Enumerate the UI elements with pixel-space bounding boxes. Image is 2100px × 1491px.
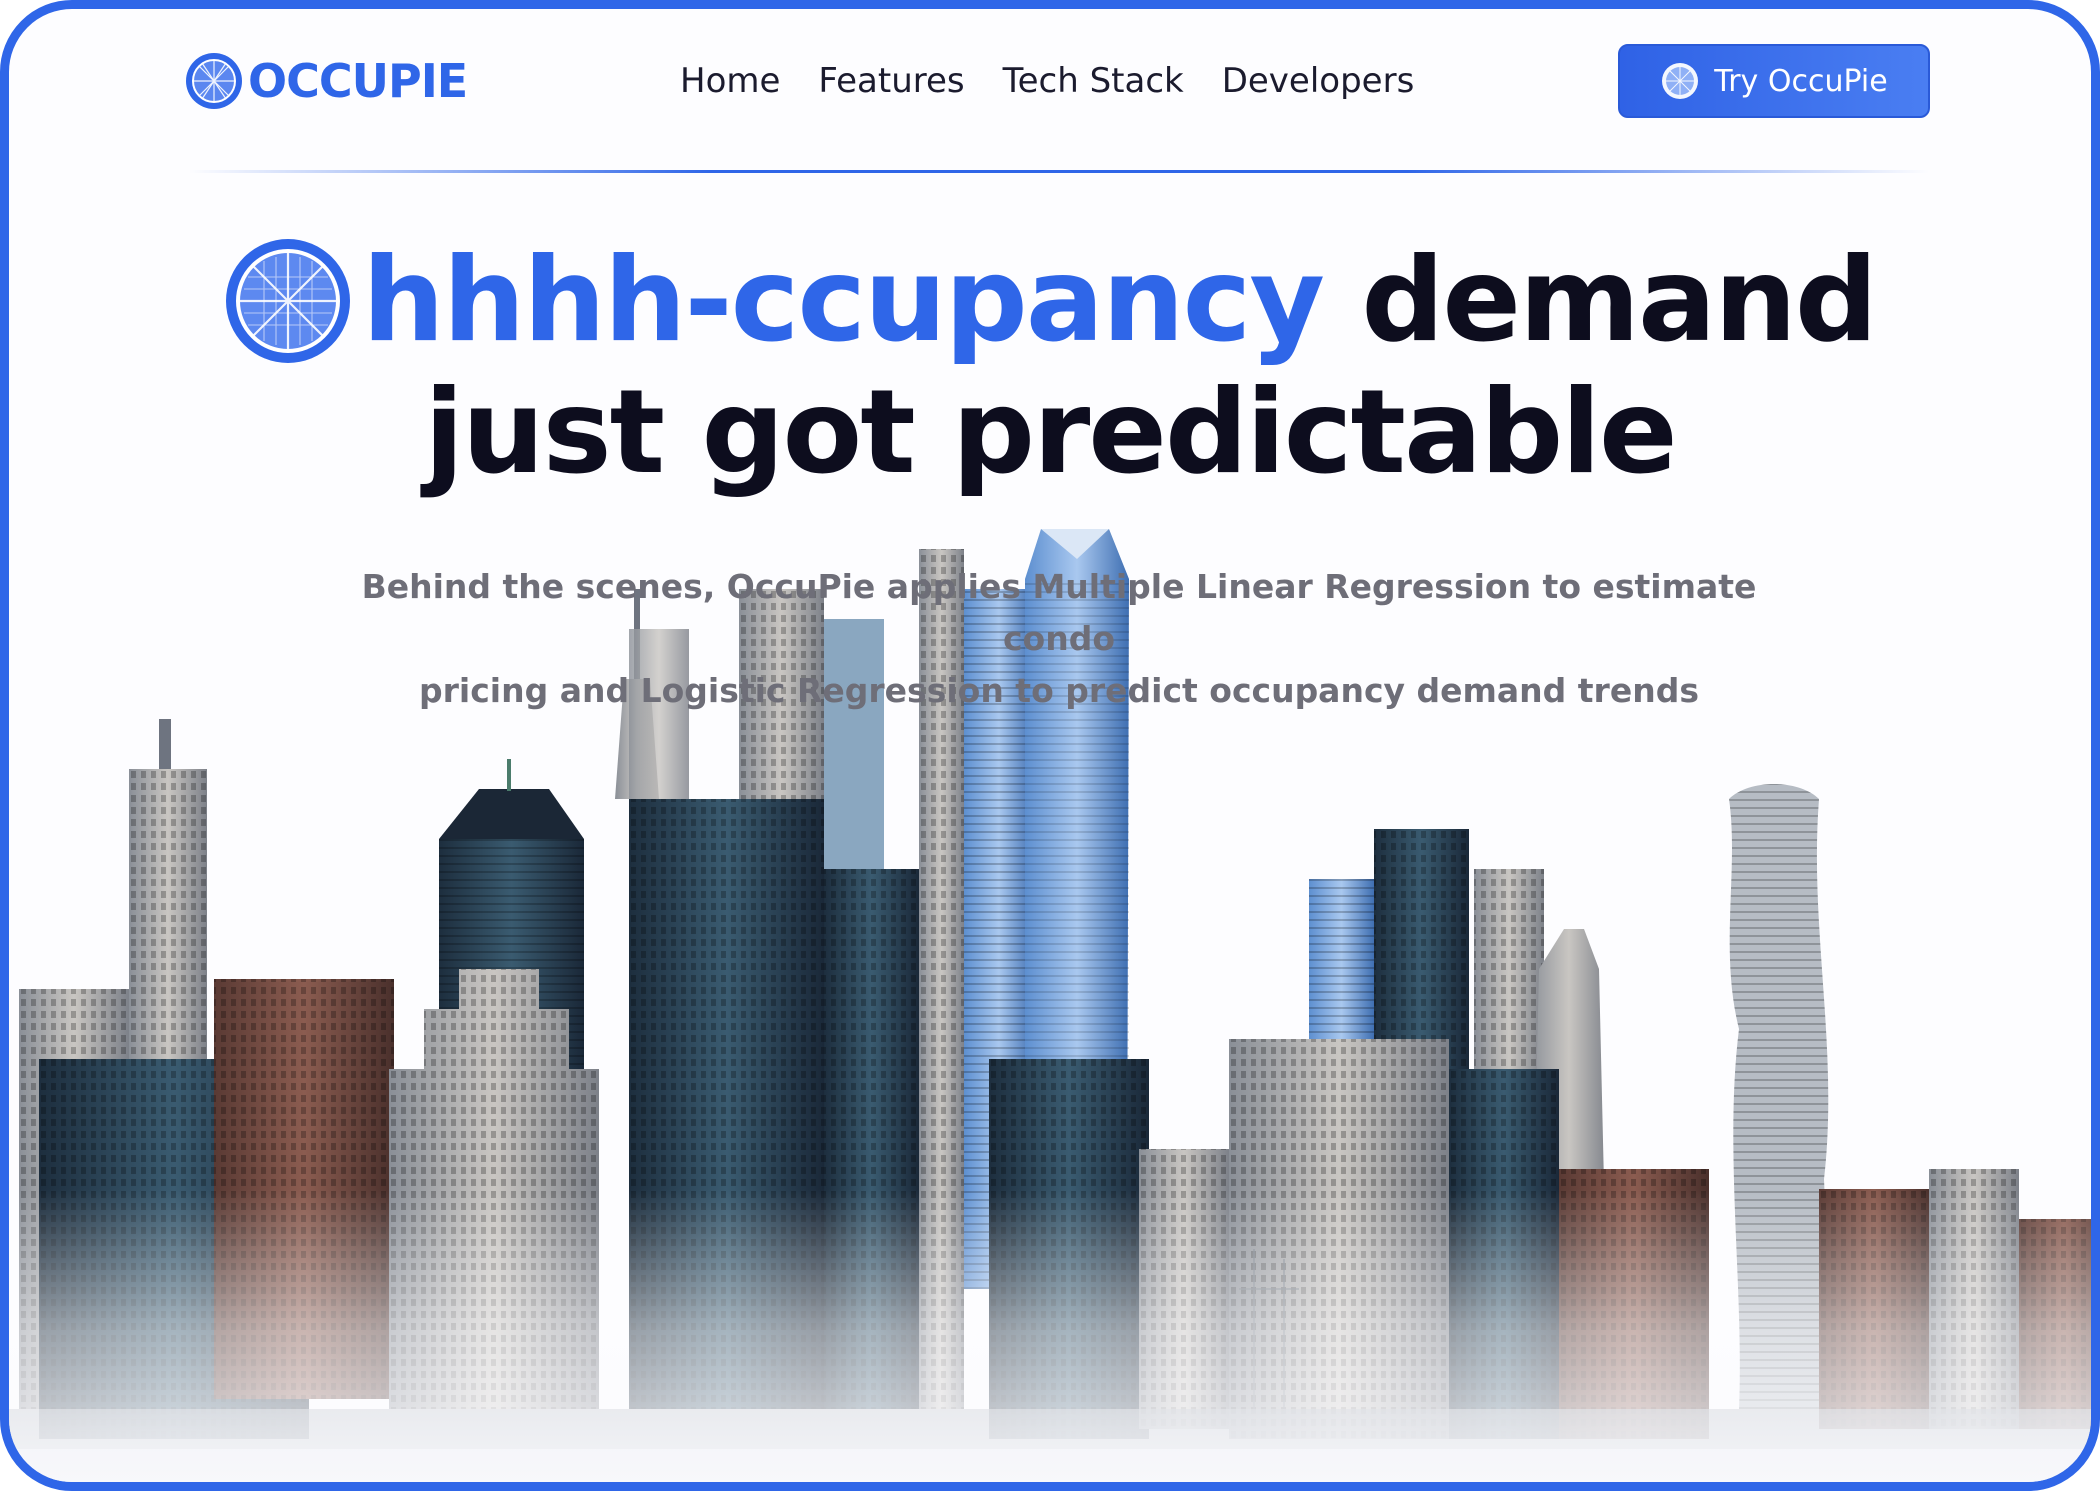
headline-line-2: just got predictable <box>424 365 1677 500</box>
nav-link-developers[interactable]: Developers <box>1222 61 1415 101</box>
try-occupie-button[interactable]: Try OccuPie <box>1618 44 1930 118</box>
hero-subtext-line-1: Behind the scenes, OccuPie applies Multi… <box>361 567 1757 658</box>
pie-grid-icon <box>226 239 351 363</box>
logo[interactable]: OCCUPIE <box>184 49 468 113</box>
nav-link-home[interactable]: Home <box>680 61 780 101</box>
nav-link-features[interactable]: Features <box>818 61 964 101</box>
top-navigation: OCCUPIE Home Features Tech Stack Develop… <box>9 9 2091 159</box>
try-occupie-label: Try OccuPie <box>1714 63 1888 99</box>
browser-frame: OCCUPIE Home Features Tech Stack Develop… <box>0 0 2100 1491</box>
hero-subtext: Behind the scenes, OccuPie applies Multi… <box>309 561 1809 717</box>
hero-subtext-line-2: pricing and Logistic Regression to predi… <box>419 671 1699 710</box>
pie-grid-icon <box>186 53 242 109</box>
nav-divider <box>189 170 1929 173</box>
pie-grid-icon <box>1662 63 1699 99</box>
nav-links: Home Features Tech Stack Developers <box>680 53 1414 109</box>
headline-accent: hhhh-ccupancy <box>362 233 1325 368</box>
hero-headline: hhhh-ccupancy demand just got predictabl… <box>9 237 2091 497</box>
headline-rest: demand <box>1361 233 1877 368</box>
nav-link-tech-stack[interactable]: Tech Stack <box>1003 61 1184 101</box>
logo-wordmark: OCCUPIE <box>248 54 468 108</box>
